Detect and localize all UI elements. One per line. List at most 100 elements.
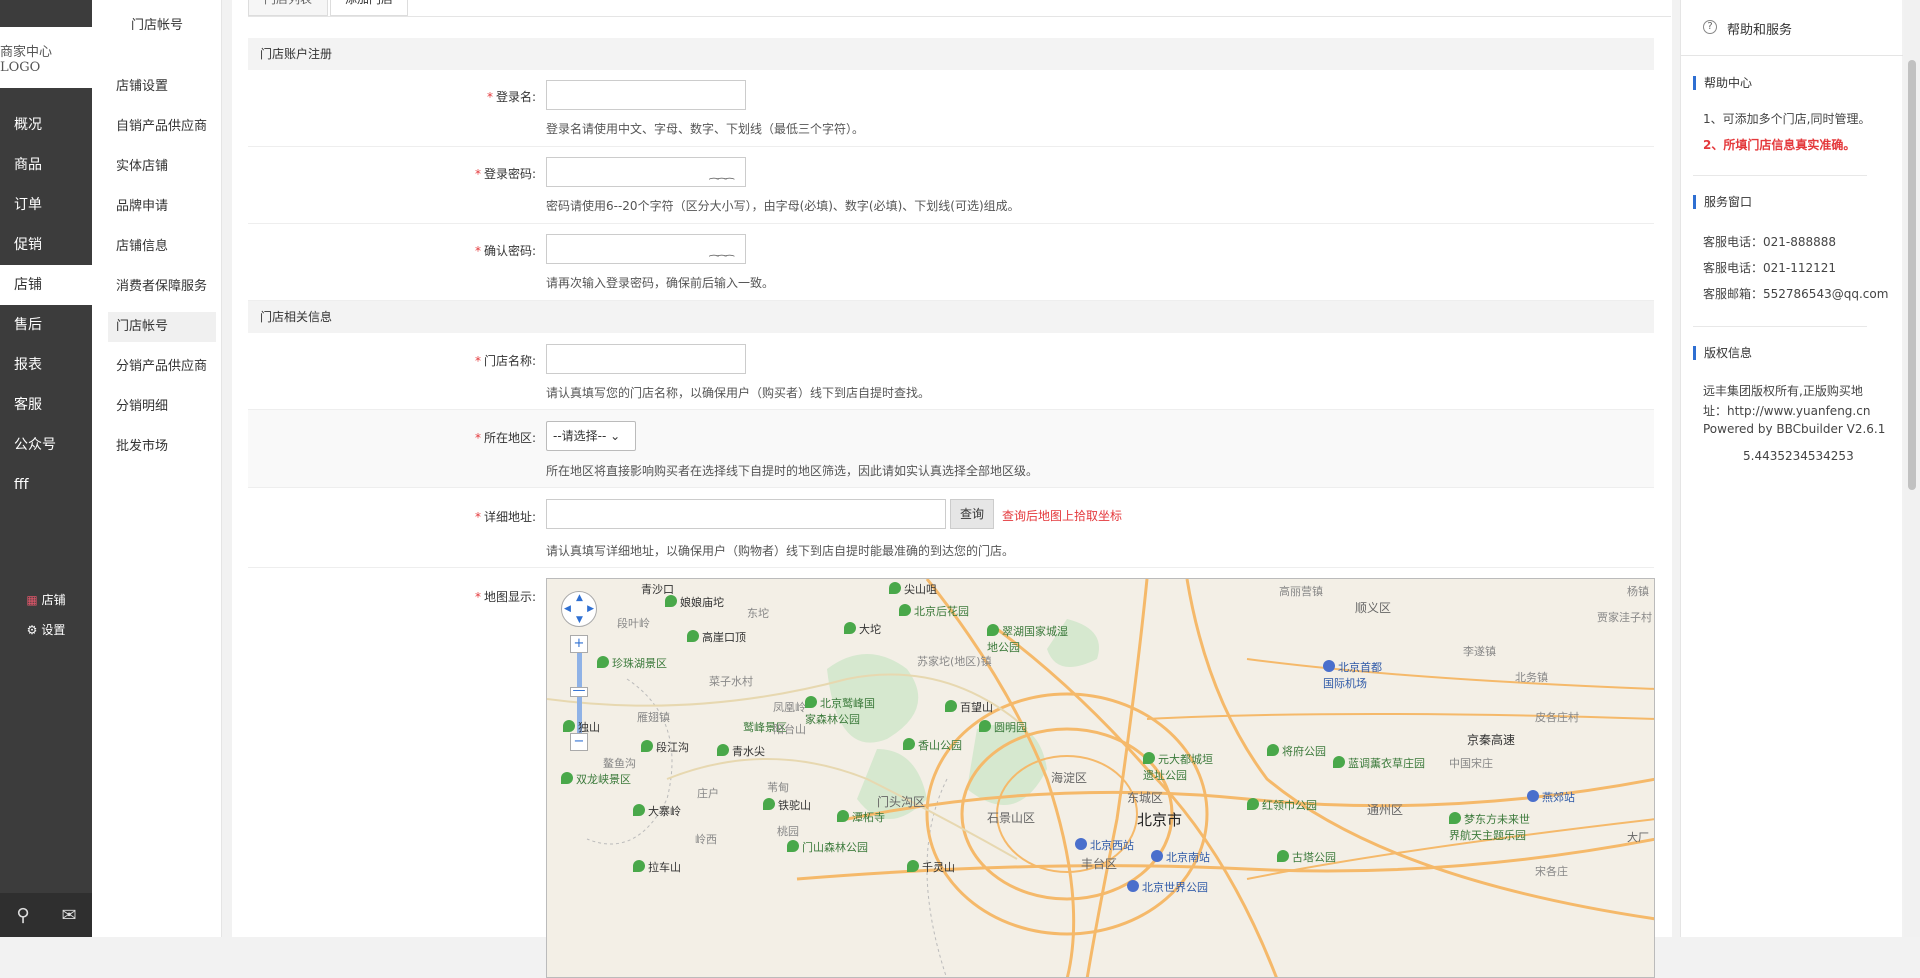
map-label: 元大都城垣遗址公园 (1143, 752, 1213, 782)
row-store-name: * 门店名称: 请认真填写您的门店名称，以确保用户（购买者）线下到店自提时查找。 (248, 333, 1654, 410)
store-name-input[interactable] (546, 344, 746, 374)
help-header: ? 帮助和服务 (1681, 0, 1903, 56)
page-scrollbar[interactable] (1904, 0, 1920, 937)
map-label: 皮各庄村 (1535, 711, 1579, 724)
map-label: 高丽营镇 (1279, 585, 1323, 598)
map-label: 铁驼山 (763, 797, 811, 813)
map-label: 北京市 (1137, 811, 1183, 829)
map-label: 珍珠湖景区 (597, 655, 667, 671)
map-label: 中国宋庄 (1449, 757, 1493, 770)
subnav-item-dist-detail[interactable]: 分销明细 (108, 392, 216, 422)
map-label: 庄户 (697, 787, 719, 800)
help-title[interactable]: 帮助和服务 (1727, 19, 1792, 38)
service-phone-2: 客服电话：021-112121 (1703, 261, 1837, 275)
pick-coordinate-link[interactable]: 查询后地图上拾取坐标 (1002, 507, 1122, 524)
nav-item-orders[interactable]: 订单 (0, 185, 92, 225)
nav-item-store[interactable]: 店铺 (0, 265, 92, 305)
store-link[interactable]: ▦ 店铺 (0, 587, 92, 613)
subnav-item-physical-store[interactable]: 实体店铺 (108, 152, 216, 182)
subnav-item-store-account[interactable]: 门店帐号 (108, 312, 216, 342)
nav-item-aftersale[interactable]: 售后 (0, 305, 92, 345)
map-label: 北京南站 (1151, 849, 1210, 865)
subnav-item-wholesale[interactable]: 批发市场 (108, 432, 216, 462)
scrollbar-thumb[interactable] (1908, 60, 1916, 490)
confirm-password-label: * 确认密码: (474, 244, 536, 258)
nav-item-promotion[interactable]: 促销 (0, 225, 92, 265)
subnav-item-own-supplier[interactable]: 自销产品供应商 (108, 112, 216, 142)
powered-by: Powered by BBCbuilder V2.6.1 (1703, 422, 1886, 436)
message-icon[interactable]: ✉ (46, 893, 92, 937)
map-label: 门山森林公园 (787, 839, 868, 855)
subnav-item-consumer-protection[interactable]: 消费者保障服务 (108, 272, 216, 302)
copyright-title: 版权信息 (1693, 346, 1893, 360)
nav-item-service[interactable]: 客服 (0, 385, 92, 425)
settings-link-label: 设置 (41, 623, 66, 637)
map-label: 苏家坨(地区)镇 (917, 655, 992, 668)
map-label: 双龙峡景区 (561, 771, 631, 787)
map-label: 北京鹫峰国家森林公园 (805, 696, 875, 726)
eye-closed-icon[interactable]: ⁔⁔⁔ (709, 244, 734, 257)
store-name-label: * 门店名称: (474, 354, 536, 368)
password-input[interactable]: ⁔⁔⁔ (546, 157, 746, 187)
map-label: 青水尖 (717, 743, 765, 759)
zoom-handle[interactable]: — (570, 684, 588, 697)
zoom-in-button[interactable]: + (570, 635, 588, 653)
map-label: 东城区 (1127, 791, 1164, 805)
address-input[interactable] (546, 499, 946, 529)
map-label: 桃园 (777, 825, 799, 838)
login-name-label: * 登录名: (486, 90, 536, 104)
nav-item-goods[interactable]: 商品 (0, 145, 92, 185)
map-label: 海淀区 (1051, 771, 1088, 785)
map-label: 娘娘庙坨 (665, 594, 724, 610)
tab-divider (248, 16, 1671, 17)
map-label: 通州区 (1367, 803, 1404, 817)
copyright-url[interactable]: 址：http://www.yuanfeng.cn (1703, 402, 1870, 419)
subnav-title: 门店帐号 (130, 18, 183, 33)
map-label: 段江沟 (641, 739, 689, 755)
map-label: 门头沟区 (877, 795, 926, 809)
address-label: * 详细地址: (474, 510, 536, 524)
tab-add-store[interactable]: 添加门店 (330, 0, 408, 16)
nav-item-overview[interactable]: 概况 (0, 105, 92, 145)
login-name-input[interactable] (546, 80, 746, 110)
search-icon[interactable]: ⚲ (0, 893, 46, 937)
settings-link[interactable]: ⚙ 设置 (0, 617, 92, 643)
subnav-item-store-info[interactable]: 店铺信息 (108, 232, 216, 262)
map-pan-control[interactable]: ▲ ▼ ◀ ▶ (561, 591, 597, 627)
nav-item-reports[interactable]: 报表 (0, 345, 92, 385)
map-label: 蓝调薰衣草庄园 (1333, 755, 1425, 771)
region-hint: 所在地区将直接影响购买者在选择线下自提时的地区筛选，因此请如实认真选择全部地区级… (546, 464, 1039, 478)
help-center-title: 帮助中心 (1693, 76, 1893, 90)
zoom-out-button[interactable]: − (570, 733, 588, 751)
region-select[interactable]: --请选择-- ⌄ (546, 421, 636, 451)
confirm-password-input[interactable]: ⁔⁔⁔ (546, 234, 746, 264)
map-label: 独山 (563, 719, 600, 735)
map-label: 百望山 (945, 699, 993, 715)
map-label: 北务镇 (1515, 671, 1548, 684)
subnav-item-dist-supplier[interactable]: 分销产品供应商 (108, 352, 216, 382)
map-label: 红领巾公园 (1247, 797, 1317, 813)
subnav-item-brand-apply[interactable]: 品牌申请 (108, 192, 216, 222)
subnav-item-store-settings[interactable]: 店铺设置 (108, 72, 216, 102)
chevron-down-icon: ⌄ (610, 429, 621, 443)
row-confirm-password: * 确认密码: ⁔⁔⁔ 请再次输入登录密码，确保前后输入一致。 (248, 224, 1654, 301)
tab-store-list[interactable]: 门店列表 (248, 0, 328, 16)
eye-closed-icon[interactable]: ⁔⁔⁔ (709, 167, 734, 180)
nav-item-official-account[interactable]: 公众号 (0, 425, 92, 465)
map-label: 顺义区 (1355, 601, 1392, 615)
nav-item-fff[interactable]: fff (0, 465, 92, 505)
row-map: * 地图显示: ▲ ▼ ◀ ▶ + — − 青沙口 娘娘庙坨 尖山咀 北京后花园… (248, 568, 1655, 978)
map-view[interactable]: ▲ ▼ ◀ ▶ + — − 青沙口 娘娘庙坨 尖山咀 北京后花园 大坨 东坨 翠湖国家… (546, 578, 1655, 978)
gear-icon: ⚙ (26, 623, 38, 637)
map-label: 北京首都国际机场 (1323, 660, 1382, 690)
sub-nav: 门店帐号 店铺设置 自销产品供应商 实体店铺 品牌申请 店铺信息 消费者保障服务… (92, 0, 222, 937)
divider (1693, 326, 1867, 327)
logo[interactable]: 商家中心LOGO (0, 27, 92, 88)
map-label: 潭柘寺 (837, 809, 885, 825)
question-icon: ? (1703, 20, 1717, 34)
map-label: 香山公园 (903, 737, 962, 753)
map-label: 凤凰岭 (773, 701, 806, 714)
divider (1693, 175, 1867, 176)
query-button[interactable]: 查询 (950, 499, 994, 529)
map-label: 贾家洼子村 (1597, 611, 1652, 624)
